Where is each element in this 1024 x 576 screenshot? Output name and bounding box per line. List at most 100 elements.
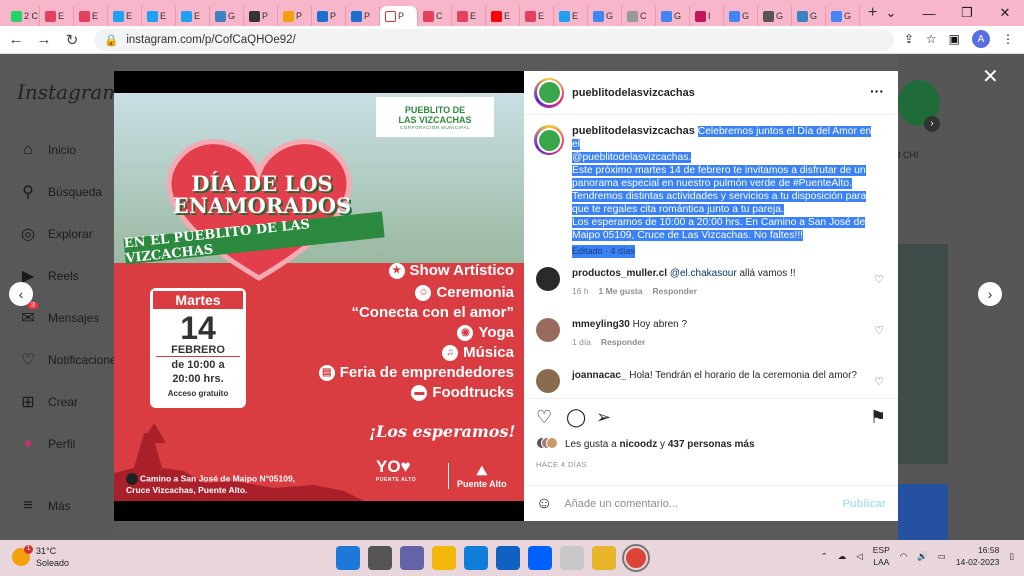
browser-tab[interactable]: E — [74, 6, 108, 26]
browser-tab[interactable]: E — [40, 6, 74, 26]
browser-tab[interactable]: P — [312, 6, 346, 26]
liker-username[interactable]: nicoodz — [619, 439, 657, 450]
browser-tab[interactable]: G — [724, 6, 758, 26]
menu-dots-icon[interactable]: ⋮ — [1002, 32, 1014, 46]
commenter-avatar[interactable] — [536, 369, 560, 393]
close-modal-icon[interactable]: ✕ — [982, 64, 999, 89]
commenter-username[interactable]: productos_muller.cl — [572, 268, 667, 279]
commenter-username[interactable]: mmeyling30 — [572, 319, 630, 330]
cloud-icon[interactable]: ☁ — [838, 551, 847, 562]
browser-tab[interactable]: E — [520, 6, 554, 26]
browser-tab[interactable]: E — [176, 6, 210, 26]
share-icon[interactable]: ⇪ — [904, 32, 914, 46]
browser-tab[interactable]: E — [486, 6, 520, 26]
tab-search-icon[interactable]: ⌄ — [872, 5, 910, 21]
browser-tab[interactable]: P — [244, 6, 278, 26]
taskbar-app-icon[interactable] — [368, 546, 392, 570]
taskbar-app-icon[interactable] — [464, 546, 488, 570]
browser-tab[interactable]: E — [142, 6, 176, 26]
commenter-avatar[interactable] — [536, 318, 560, 342]
sidebar-item-perfil[interactable]: ● Perfil — [18, 434, 75, 454]
instagram-logo[interactable]: Instagram — [17, 80, 121, 104]
battery-icon[interactable]: ▭ — [938, 551, 946, 562]
caption-username[interactable]: pueblitodelasvizcachas — [572, 125, 695, 137]
browser-tab[interactable]: P — [346, 6, 380, 26]
comment-mention-link[interactable]: @el.chakasour — [670, 268, 737, 279]
sidebar-item-búsqueda[interactable]: ⚲ Búsqueda — [18, 182, 102, 202]
publish-button[interactable]: Publicar — [843, 498, 886, 510]
share-paper-plane-icon[interactable]: ➢ — [596, 407, 611, 428]
clock[interactable]: 16:58 14-02-2023 — [956, 544, 999, 568]
close-window-button[interactable]: ✕ — [986, 5, 1024, 21]
browser-tab[interactable]: E — [108, 6, 142, 26]
caption-mention-link[interactable]: @pueblitodelasvizcachas. — [572, 152, 692, 163]
comment-like-heart-icon[interactable]: ♡ — [874, 273, 884, 286]
address-bar[interactable]: 🔒 instagram.com/p/CofCaQHOe92/ — [94, 28, 894, 51]
event-label: Feria de emprendedores — [339, 364, 514, 381]
comment-input[interactable]: Añade un comentario... — [564, 498, 678, 510]
more-options-icon[interactable]: ··· — [870, 83, 884, 99]
comment-like-heart-icon[interactable]: ♡ — [874, 324, 884, 337]
browser-tab[interactable]: G — [792, 6, 826, 26]
back-button[interactable]: ← — [4, 31, 28, 48]
reload-button[interactable]: ↻ — [60, 31, 84, 49]
reply-button[interactable]: Responder — [652, 285, 696, 298]
notifications-icon[interactable]: ▯ — [1009, 551, 1014, 562]
forward-button[interactable]: → — [32, 31, 56, 48]
author-username[interactable]: pueblitodelasvizcachas — [572, 87, 695, 99]
browser-tab[interactable]: G — [826, 6, 860, 26]
browser-tab[interactable]: P — [380, 6, 418, 26]
sidebar-item-más[interactable]: ≡ Más — [18, 496, 70, 516]
comment-likes[interactable]: 1 Me gusta — [599, 285, 643, 298]
minimize-button[interactable]: — — [910, 6, 948, 21]
commenter-avatar[interactable] — [536, 267, 560, 291]
taskbar-app-icon[interactable] — [560, 546, 584, 570]
profile-avatar[interactable]: A — [972, 30, 990, 48]
language-indicator[interactable]: ESP LAA — [873, 544, 890, 568]
emoji-icon[interactable]: ☺ — [536, 495, 552, 513]
next-post-button[interactable]: › — [978, 282, 1002, 306]
sidebar-item-inicio[interactable]: ⌂ Inicio — [18, 140, 76, 160]
restore-button[interactable]: ❐ — [948, 5, 986, 21]
taskbar-app-icon[interactable] — [400, 546, 424, 570]
taskbar-app-icon[interactable] — [496, 546, 520, 570]
browser-tab[interactable]: C — [622, 6, 656, 26]
likes-count-link[interactable]: 437 personas más — [668, 439, 755, 450]
weather-widget[interactable]: 1 31°C Soleado — [12, 545, 69, 569]
sidebar-item-crear[interactable]: ⊞ Crear — [18, 392, 78, 412]
caption-author-avatar[interactable] — [534, 125, 564, 155]
taskbar-app-icon[interactable] — [336, 546, 360, 570]
sidebar-item-explorar[interactable]: ◎ Explorar — [18, 224, 93, 244]
previous-post-button[interactable]: ‹ — [9, 282, 33, 306]
comment-icon[interactable]: ◯ — [566, 407, 586, 428]
browser-tab[interactable]: E — [554, 6, 588, 26]
speaker-small-icon[interactable]: ◁ — [856, 551, 863, 562]
browser-tab[interactable]: E — [452, 6, 486, 26]
browser-tab[interactable]: I — [690, 6, 724, 26]
browser-tab[interactable]: G — [588, 6, 622, 26]
like-heart-icon[interactable]: ♡ — [536, 407, 552, 428]
taskbar-app-icon[interactable] — [592, 546, 616, 570]
chevron-right-icon[interactable]: › — [924, 116, 940, 132]
taskbar-app-icon[interactable] — [622, 544, 650, 572]
commenter-username[interactable]: joannacac_ — [572, 370, 626, 381]
taskbar-app-icon[interactable] — [528, 546, 552, 570]
wifi-icon[interactable]: ◠ — [900, 551, 907, 562]
browser-tab[interactable]: G — [758, 6, 792, 26]
comment-like-heart-icon[interactable]: ♡ — [874, 375, 884, 388]
sidebar-item-notificaciones[interactable]: ♡ Notificaciones — [18, 350, 123, 370]
reply-button[interactable]: Responder — [601, 336, 645, 349]
chevron-up-icon[interactable]: ⌃ — [821, 551, 828, 562]
browser-tab[interactable]: G — [210, 6, 244, 26]
taskbar-app-icon[interactable] — [432, 546, 456, 570]
volume-icon[interactable]: 🔊 — [917, 551, 928, 562]
browser-tab[interactable]: 2 C — [6, 6, 40, 26]
browser-tab[interactable]: G — [656, 6, 690, 26]
author-avatar[interactable] — [534, 77, 564, 108]
browser-tab[interactable]: C — [418, 6, 452, 26]
bookmark-star-icon[interactable]: ☆ — [926, 32, 937, 46]
save-bookmark-icon[interactable]: ⚑ — [870, 407, 886, 428]
browser-tab[interactable]: P — [278, 6, 312, 26]
sidebar-item-mensajes[interactable]: ✉ Mensajes 3 — [18, 302, 99, 328]
side-panel-icon[interactable]: ▣ — [949, 32, 960, 46]
